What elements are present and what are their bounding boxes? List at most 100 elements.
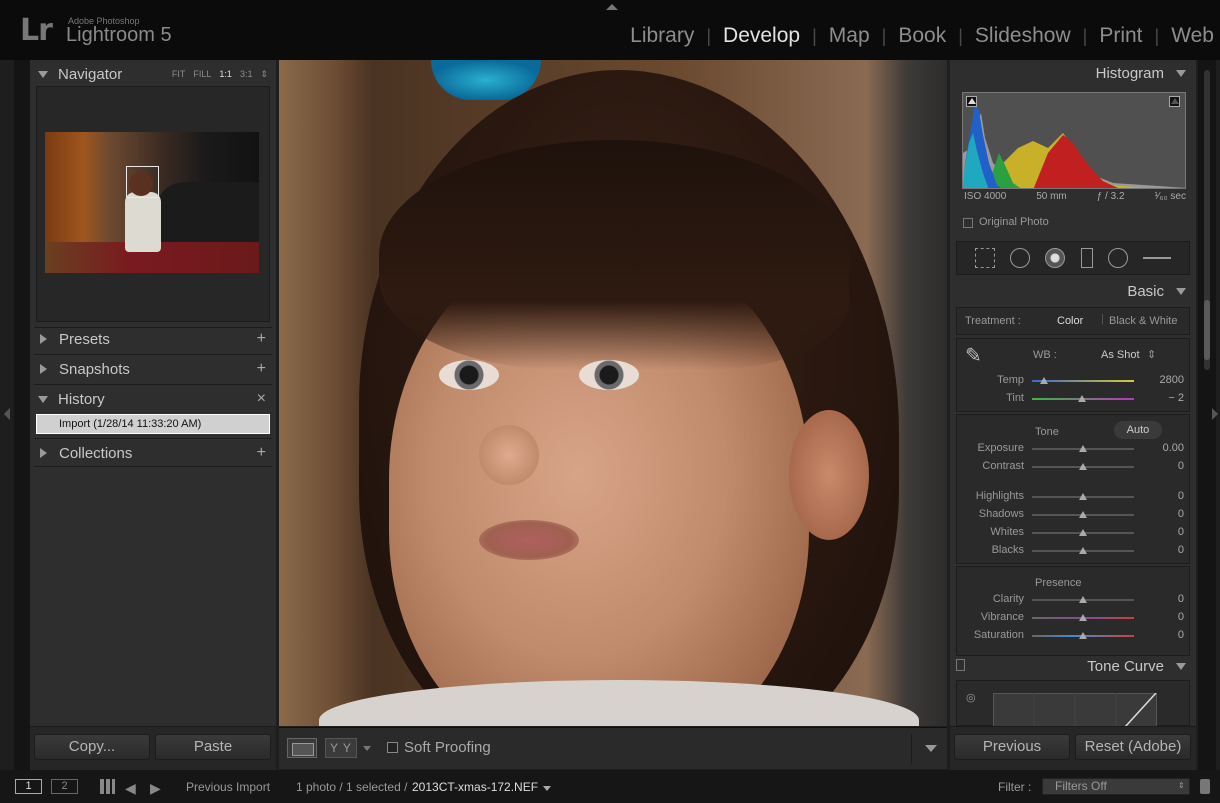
crop-tool-icon[interactable] [974,248,995,268]
left-collapse-icon[interactable] [4,408,10,420]
filename-dropdown-icon[interactable] [543,786,551,791]
original-photo-checkbox[interactable] [963,218,973,228]
module-develop[interactable]: Develop [723,24,800,48]
module-web[interactable]: Web [1171,24,1214,48]
tone-curve-toggle[interactable] [956,659,965,671]
grid-view-icon[interactable] [100,779,115,794]
before-after-dropdown-icon[interactable] [363,746,371,751]
navigator-thumbnail[interactable] [45,132,259,273]
whites-value[interactable]: 0 [1178,526,1184,538]
filmstrip-bar: 1 2 ◀ ▶ Previous Import 1 photo / 1 sele… [0,770,1220,803]
red-eye-tool-icon[interactable] [1045,248,1066,268]
treatment-row: Treatment : Color | Black & White [956,307,1190,335]
highlight-clipping-icon[interactable] [1169,96,1180,107]
highlights-value[interactable]: 0 [1178,490,1184,502]
contrast-value[interactable]: 0 [1178,460,1184,472]
zoom-1-1[interactable]: 1:1 [219,69,232,80]
clear-history-icon[interactable]: × [257,390,266,408]
module-book[interactable]: Book [898,24,946,48]
graduated-filter-icon[interactable] [1080,248,1093,268]
shadows-slider-thumb[interactable] [1079,511,1087,518]
filter-stepper-icon[interactable]: ⇕ [1178,781,1185,790]
saturation-slider-thumb[interactable] [1079,632,1087,639]
tone-curve-graph[interactable] [993,693,1157,727]
navigator-zoom-rect[interactable] [126,166,159,198]
spot-removal-tool-icon[interactable] [1009,248,1030,268]
toolbar-menu-icon[interactable] [925,745,937,752]
tint-slider-thumb[interactable] [1077,395,1086,402]
soft-proofing-checkbox[interactable] [387,742,398,753]
radial-filter-icon[interactable] [1107,248,1128,268]
zoom-fit[interactable]: FIT [172,69,186,80]
top-panel-toggle-icon[interactable] [606,4,618,10]
basic-header[interactable]: Basic [950,279,1196,305]
history-item[interactable]: Import (1/28/14 11:33:20 AM) [36,414,270,434]
wb-select[interactable]: As Shot [1101,349,1140,361]
add-collection-icon[interactable]: + [257,444,266,462]
temp-value[interactable]: 2800 [1160,374,1184,386]
tone-label: Tone [1035,426,1059,438]
filename[interactable]: 2013CT-xmas-172.NEF [412,780,538,794]
contrast-slider-thumb[interactable] [1079,463,1087,470]
reset-button[interactable]: Reset (Adobe) [1075,734,1191,760]
vibrance-slider-thumb[interactable] [1079,614,1087,621]
collections-header[interactable]: Collections + [30,440,276,466]
before-after-button[interactable]: Y Y [325,738,357,758]
forward-arrow-icon[interactable]: ▶ [150,780,161,797]
exposure-slider-thumb[interactable] [1079,445,1087,452]
vibrance-value[interactable]: 0 [1178,611,1184,623]
clarity-value[interactable]: 0 [1178,593,1184,605]
tint-value[interactable]: − 2 [1168,392,1184,404]
zoom-fill[interactable]: FILL [193,69,211,80]
shadows-value[interactable]: 0 [1178,508,1184,520]
shadow-clipping-icon[interactable] [966,96,977,107]
photo-canvas[interactable] [279,60,947,726]
paste-button[interactable]: Paste [155,734,271,760]
histogram-graph[interactable] [962,92,1186,189]
snapshots-header[interactable]: Snapshots + [30,356,276,382]
module-slideshow[interactable]: Slideshow [975,24,1071,48]
tone-curve-section: ◎ [956,680,1190,727]
saturation-value[interactable]: 0 [1178,629,1184,641]
module-print[interactable]: Print [1099,24,1142,48]
clarity-slider-thumb[interactable] [1079,596,1087,603]
right-collapse-icon[interactable] [1212,408,1218,420]
exposure-value[interactable]: 0.00 [1163,442,1184,454]
loupe-view-icon[interactable] [287,738,317,758]
adjustment-brush-icon[interactable] [1143,257,1172,259]
right-scrollbar[interactable] [1204,70,1210,370]
copy-button[interactable]: Copy... [34,734,150,760]
main-window-button[interactable]: 1 [15,779,42,794]
treatment-bw-option[interactable]: Black & White [1109,315,1177,327]
whites-slider-thumb[interactable] [1079,529,1087,536]
histogram-header[interactable]: Histogram [950,61,1196,87]
second-window-button[interactable]: 2 [51,779,78,794]
previous-button[interactable]: Previous [954,734,1070,760]
zoom-stepper-icon[interactable]: ⇕ [260,69,268,80]
module-map[interactable]: Map [829,24,870,48]
blacks-value[interactable]: 0 [1178,544,1184,556]
target-adjustment-icon[interactable]: ◎ [966,691,976,704]
auto-tone-button[interactable]: Auto [1114,421,1162,439]
highlights-slider-thumb[interactable] [1079,493,1087,500]
tone-curve-header[interactable]: Tone Curve [950,654,1196,680]
exif-focal: 50 mm [1036,191,1067,202]
presets-header[interactable]: Presets + [30,326,276,352]
back-arrow-icon[interactable]: ◀ [125,780,136,797]
add-snapshot-icon[interactable]: + [257,360,266,378]
history-title: History [58,390,105,408]
wb-stepper-icon[interactable]: ⇕ [1147,348,1156,361]
wb-eyedropper-icon[interactable]: ✎ [965,343,982,368]
history-header[interactable]: History × [30,386,276,412]
navigator-header[interactable]: Navigator FIT FILL 1:1 3:1 ⇕ [30,61,276,87]
temp-slider-thumb[interactable] [1040,377,1049,384]
filter-select[interactable]: Filters Off [1042,778,1190,795]
blacks-slider-thumb[interactable] [1079,547,1087,554]
treatment-color-option[interactable]: Color [1057,315,1083,327]
add-preset-icon[interactable]: + [257,330,266,348]
filter-lock-icon[interactable] [1200,779,1210,794]
zoom-3-1[interactable]: 3:1 [240,69,253,80]
filmstrip-source[interactable]: Previous Import [186,780,270,794]
right-scrollbar-thumb[interactable] [1204,300,1210,360]
module-library[interactable]: Library [630,24,694,48]
